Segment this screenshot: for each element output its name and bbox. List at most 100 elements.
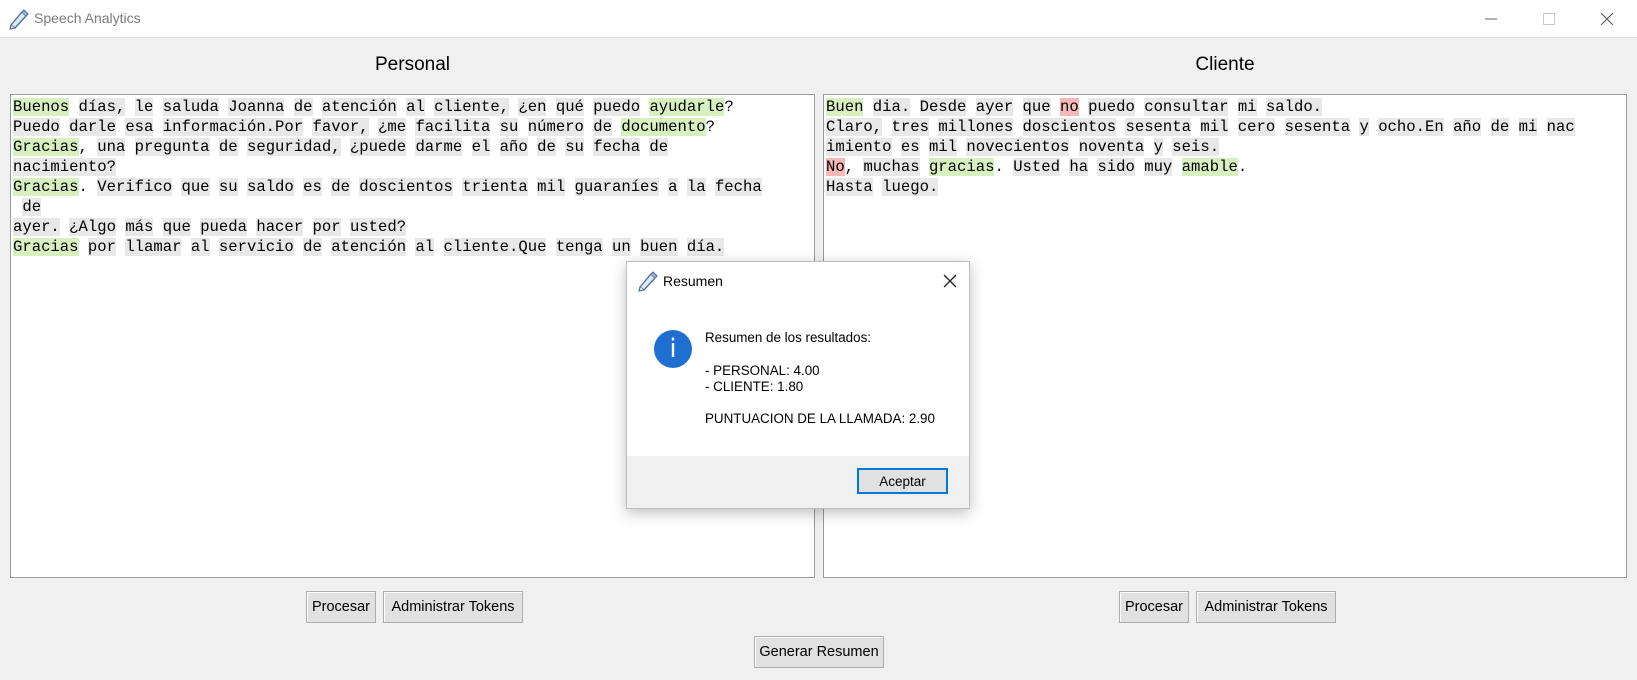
token: ayer. (13, 218, 60, 236)
token: su (499, 118, 519, 136)
separator (153, 98, 162, 116)
separator (706, 178, 715, 196)
token: una (97, 138, 126, 156)
positive-token: Buen (826, 98, 864, 116)
token: doscientos (1022, 118, 1117, 136)
token: días, (78, 98, 126, 116)
token: Claro, (826, 118, 883, 136)
positive-token: Buenos (13, 98, 70, 116)
separator (210, 178, 219, 196)
token: de (218, 138, 238, 156)
separator (1228, 118, 1237, 136)
token: información.Por (162, 118, 304, 136)
transcript-line: Gracias, una pregunta de seguridad, ¿pue… (13, 137, 812, 157)
token: cliente, (434, 98, 510, 116)
transcript-line: de (13, 197, 812, 217)
token: mi (1237, 98, 1257, 116)
separator (284, 98, 293, 116)
separator (1013, 118, 1022, 136)
separator (1172, 158, 1181, 176)
separator (1135, 158, 1144, 176)
token: día. (686, 238, 725, 256)
separator (238, 138, 247, 156)
token: es (303, 178, 322, 196)
token: favor, (312, 118, 369, 136)
separator (60, 118, 69, 136)
minimize-button[interactable] (1462, 0, 1520, 38)
token: consultar (1144, 98, 1229, 116)
token: saldo. (1265, 98, 1323, 116)
token: que (162, 218, 191, 236)
separator (294, 238, 303, 256)
separator (882, 118, 891, 136)
positive-token: gracias (928, 158, 995, 176)
cliente-process-button[interactable]: Procesar (1119, 591, 1189, 623)
separator (490, 118, 499, 136)
separator (584, 138, 593, 156)
positive-token: amable (1181, 158, 1238, 176)
personal-tokens-button[interactable]: Administrar Tokens (383, 591, 523, 623)
token: dia. (872, 98, 911, 116)
personal-process-button[interactable]: Procesar (306, 591, 376, 623)
separator (528, 178, 537, 196)
token: seis. (1172, 138, 1220, 156)
close-window-button[interactable] (1578, 0, 1636, 38)
generate-summary-button[interactable]: Generar Resumen (754, 636, 884, 668)
separator (1257, 98, 1266, 116)
token: cero (1237, 118, 1276, 136)
token: esa (125, 118, 154, 136)
token: mil (537, 178, 566, 196)
token: trienta (462, 178, 528, 196)
token: Puedo (13, 118, 60, 136)
token: imiento (826, 138, 892, 156)
token: ¿puede (349, 138, 407, 156)
token: atención (321, 98, 397, 116)
token: sesenta (1125, 118, 1191, 136)
token: de (293, 98, 313, 116)
token: seguridad, (246, 138, 341, 156)
summary-dialog: Resumen i Resumen de los resultados: - P… (626, 261, 970, 509)
separator (125, 98, 134, 116)
token: muchas (863, 158, 920, 176)
separator (565, 178, 574, 196)
token: tres (891, 118, 929, 136)
separator (13, 198, 22, 216)
separator (612, 118, 621, 136)
separator (303, 218, 312, 236)
separator (1144, 138, 1153, 156)
separator (929, 118, 938, 136)
token: y (1359, 118, 1369, 136)
positive-token: Gracias (13, 238, 79, 256)
separator (584, 98, 593, 116)
token: el (471, 138, 491, 156)
separator: . (994, 158, 1014, 176)
separator (546, 98, 555, 116)
token: doscientos (359, 178, 453, 196)
maximize-button[interactable] (1520, 0, 1578, 38)
token: tenga (555, 238, 603, 256)
separator (1228, 98, 1237, 116)
token: Verifico (97, 178, 173, 196)
close-icon[interactable] (941, 272, 959, 290)
cliente-tokens-button[interactable]: Administrar Tokens (1196, 591, 1336, 623)
separator (863, 98, 872, 116)
transcript-line: imiento es mil novecientos noventa y sei… (826, 137, 1624, 157)
transcript-line: No, muchas gracias. Usted ha sido muy am… (826, 157, 1624, 177)
token: puedo (593, 98, 641, 116)
token: año (1453, 118, 1482, 136)
token: sido (1097, 158, 1135, 176)
personal-panel-title: Personal (375, 54, 450, 75)
token: nac (1546, 118, 1575, 136)
separator (920, 158, 929, 176)
separator (490, 138, 499, 156)
token: qué (555, 98, 584, 116)
token: buen (640, 238, 678, 256)
token: muy (1144, 158, 1173, 176)
ok-button[interactable]: Aceptar (857, 468, 948, 494)
maximize-icon (1543, 13, 1555, 25)
token: puedo (1088, 98, 1135, 116)
separator: . (78, 178, 98, 196)
token: Usted (1013, 158, 1060, 176)
token: fecha (714, 178, 762, 196)
token: a (668, 178, 678, 196)
